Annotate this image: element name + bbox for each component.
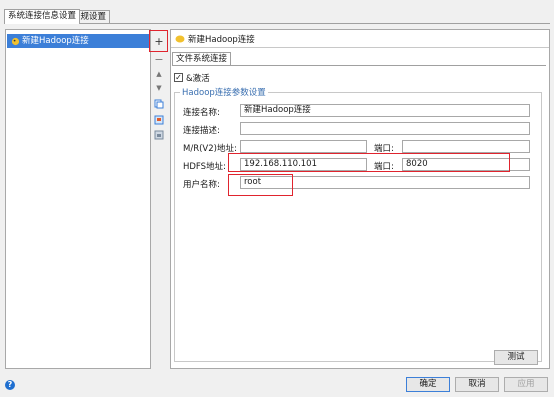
highlight-add [149,30,168,52]
move-down-button[interactable]: ▼ [153,82,165,94]
mr-port-input[interactable] [402,140,530,153]
mr-input[interactable] [240,140,367,153]
highlight-username [228,174,293,196]
subtab-divider [172,65,546,66]
tab-divider [4,23,550,24]
list-item-label: 新建Hadoop连接 [22,35,89,46]
enable-checkbox[interactable]: ✓ [174,73,183,82]
desc-input[interactable] [240,122,530,135]
detail-header: 新建Hadoop连接 [171,30,549,48]
copy-icon [154,99,164,109]
tab-filesystem-connection[interactable]: 文件系统连接 [172,52,232,66]
highlight-hdfs [228,153,510,172]
copy-button[interactable] [153,98,165,110]
import-icon [154,115,164,125]
user-label: 用户名称: [183,180,220,190]
desc-label: 连接描述: [183,126,220,136]
import-button[interactable] [153,114,165,126]
tab-connection-settings[interactable]: 系统连接信息设置 [4,9,81,24]
group-title: Hadoop连接参数设置 [180,86,268,98]
test-button[interactable]: 测试 [494,350,538,365]
name-label: 连接名称: [183,108,220,118]
move-up-button[interactable]: ▲ [153,68,165,80]
cancel-button[interactable]: 取消 [455,377,499,392]
enable-label: &激活 [186,74,210,84]
detail-title: 新建Hadoop连接 [188,34,255,45]
hdfs-label: HDFS地址: [183,162,226,172]
apply-button[interactable]: 应用 [504,377,548,392]
name-input[interactable]: 新建Hadoop连接 [240,104,530,117]
help-icon[interactable]: ? [5,380,15,390]
list-item-connection[interactable]: 新建Hadoop连接 [7,34,149,48]
hadoop-icon [11,37,20,45]
connection-list[interactable]: 新建Hadoop连接 [5,29,151,369]
export-button[interactable] [153,129,165,141]
hadoop-icon [175,35,185,43]
ok-button[interactable]: 确定 [406,377,450,392]
remove-button[interactable]: − [153,53,165,66]
export-icon [154,130,164,140]
